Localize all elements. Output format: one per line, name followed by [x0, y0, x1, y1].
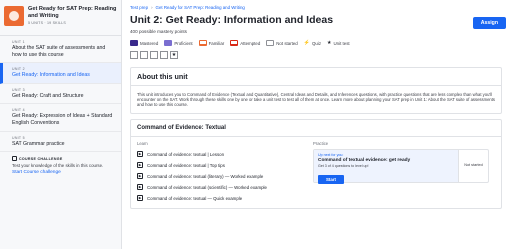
assign-button[interactable]: Assign	[472, 17, 506, 29]
mastered-swatch	[130, 40, 138, 46]
practice-title: Command of textual evidence: get ready	[318, 157, 411, 163]
mastery-points: 400 possible mastery points	[130, 29, 187, 34]
skill-progress-box[interactable]	[130, 51, 138, 59]
skill-progress-boxes: ★	[130, 51, 508, 59]
start-course-challenge-link[interactable]: Start Course challenge	[12, 170, 115, 175]
skill-progress-box[interactable]	[160, 51, 168, 59]
unit-number: UNIT 1	[12, 40, 25, 44]
unit-number: UNIT 5	[12, 135, 25, 140]
unit-number: UNIT 3	[12, 87, 25, 92]
course-logo-icon	[4, 6, 24, 26]
learn-item[interactable]: ▶ Command of evidence: textual | Top tip…	[137, 160, 307, 171]
unit-number: UNIT 2	[12, 67, 25, 72]
skill-progress-box[interactable]	[150, 51, 158, 59]
video-icon: ▶	[137, 173, 143, 180]
breadcrumb: Test prep › Get Ready for SAT Prep: Read…	[130, 5, 508, 10]
legend-not-started: Not started	[276, 40, 298, 46]
learn-item[interactable]: ▶ Command of evidence: textual (scientif…	[137, 182, 307, 193]
challenge-icon	[12, 156, 17, 162]
lesson-heading[interactable]: Command of Evidence: Textual	[131, 120, 501, 137]
up-next-label: Up next for you:	[318, 152, 344, 157]
course-challenge: COURSE CHALLENGE Test your knowledge of …	[0, 152, 121, 178]
legend-proficient: Proficient	[174, 40, 193, 46]
learn-item[interactable]: ▶ Command of evidence: textual | Lesson	[137, 149, 307, 160]
sidebar-unit-1[interactable]: UNIT 1 About the SAT suite of assessment…	[0, 36, 121, 64]
legend-unit-test: Unit test	[333, 40, 350, 46]
learn-item[interactable]: ▶ Command of evidence: textual (literary…	[137, 171, 307, 182]
learn-column: Learn ▶ Command of evidence: textual | L…	[137, 141, 307, 204]
legend-mastered: Mastered	[140, 40, 159, 46]
video-icon: ▶	[137, 195, 143, 202]
practice-card[interactable]: Up next for you: Command of textual evid…	[313, 148, 489, 184]
unit-name: SAT Grammar practice	[12, 140, 65, 147]
unit-name: Get Ready: Information and Ideas	[12, 72, 90, 79]
course-meta: 5 UNITS · 19 SKILLS	[28, 21, 66, 25]
proficient-swatch	[164, 40, 173, 46]
legend-attempted: Attempted	[240, 40, 261, 46]
video-icon: ▶	[137, 162, 143, 169]
sidebar-unit-4[interactable]: UNIT 4 Get Ready: Expression of Ideas + …	[0, 104, 121, 132]
not-started-swatch	[266, 40, 275, 46]
unit-number: UNIT 4	[12, 108, 25, 113]
breadcrumb-course[interactable]: Get Ready for SAT Prep: Reading and Writ…	[156, 5, 245, 10]
main-content: Test prep › Get Ready for SAT Prep: Read…	[130, 0, 508, 209]
unit-name: About the SAT suite of assessments and h…	[12, 45, 106, 58]
learn-item-label: Command of evidence: textual (literary) …	[147, 173, 264, 179]
challenge-text: Test your knowledge of the skills in thi…	[12, 163, 104, 169]
practice-column: Practice Up next for you: Command of tex…	[313, 141, 489, 204]
learn-label: Learn	[137, 140, 148, 146]
unit-test-icon: ★	[327, 40, 332, 46]
sidebar-unit-5[interactable]: UNIT 5 SAT Grammar practice	[0, 132, 121, 153]
quiz-icon: ⚡	[303, 40, 310, 46]
course-header[interactable]: Get Ready for SAT Prep: Reading and Writ…	[0, 0, 121, 36]
learn-item-label: Command of evidence: textual — Quick exa…	[147, 195, 243, 201]
breadcrumb-separator-icon: ›	[151, 5, 153, 10]
legend-quiz: Quiz	[311, 40, 322, 46]
learn-item-label: Command of evidence: textual | Top tips	[147, 162, 225, 168]
about-unit-card: About this unit This unit introduces you…	[130, 67, 502, 114]
course-sidebar: Get Ready for SAT Prep: Reading and Writ…	[0, 0, 122, 249]
breadcrumb-test-prep[interactable]: Test prep	[130, 5, 148, 10]
learn-item[interactable]: ▶ Command of evidence: textual — Quick e…	[137, 193, 307, 204]
practice-subtitle: Get 3 of 4 questions to level up!	[318, 163, 369, 168]
familiar-swatch	[198, 40, 207, 46]
learn-item-label: Command of evidence: textual (scientific…	[147, 184, 267, 190]
course-title[interactable]: Get Ready for SAT Prep: Reading and Writ…	[28, 6, 117, 20]
unit-test-star-icon[interactable]: ★	[170, 51, 178, 59]
page-title: Unit 2: Get Ready: Information and Ideas	[130, 14, 334, 26]
video-icon: ▶	[137, 184, 143, 191]
practice-status: Not started	[458, 149, 488, 182]
legend-familiar: Familiar	[208, 40, 225, 46]
mastery-legend: Mastered Proficient Familiar Attempted N…	[130, 40, 508, 46]
sidebar-unit-3[interactable]: UNIT 3 Get Ready: Craft and Structure	[0, 84, 121, 105]
practice-label: Practice	[313, 140, 329, 146]
challenge-title: COURSE CHALLENGE	[19, 156, 63, 161]
attempted-swatch	[230, 40, 239, 46]
about-unit-heading: About this unit	[131, 68, 501, 86]
start-button[interactable]: Start	[318, 174, 345, 184]
skill-progress-box[interactable]	[140, 51, 148, 59]
unit-name: Get Ready: Expression of Ideas + Standar…	[12, 113, 113, 126]
learn-item-label: Command of evidence: textual | Lesson	[147, 151, 225, 157]
sidebar-unit-2[interactable]: UNIT 2 Get Ready: Information and Ideas	[0, 63, 121, 84]
unit-name: Get Ready: Craft and Structure	[12, 92, 84, 99]
video-icon: ▶	[137, 151, 143, 158]
about-unit-text: This unit introduces you to Command of E…	[137, 92, 496, 108]
lesson-card: Command of Evidence: Textual Learn ▶ Com…	[130, 118, 502, 209]
